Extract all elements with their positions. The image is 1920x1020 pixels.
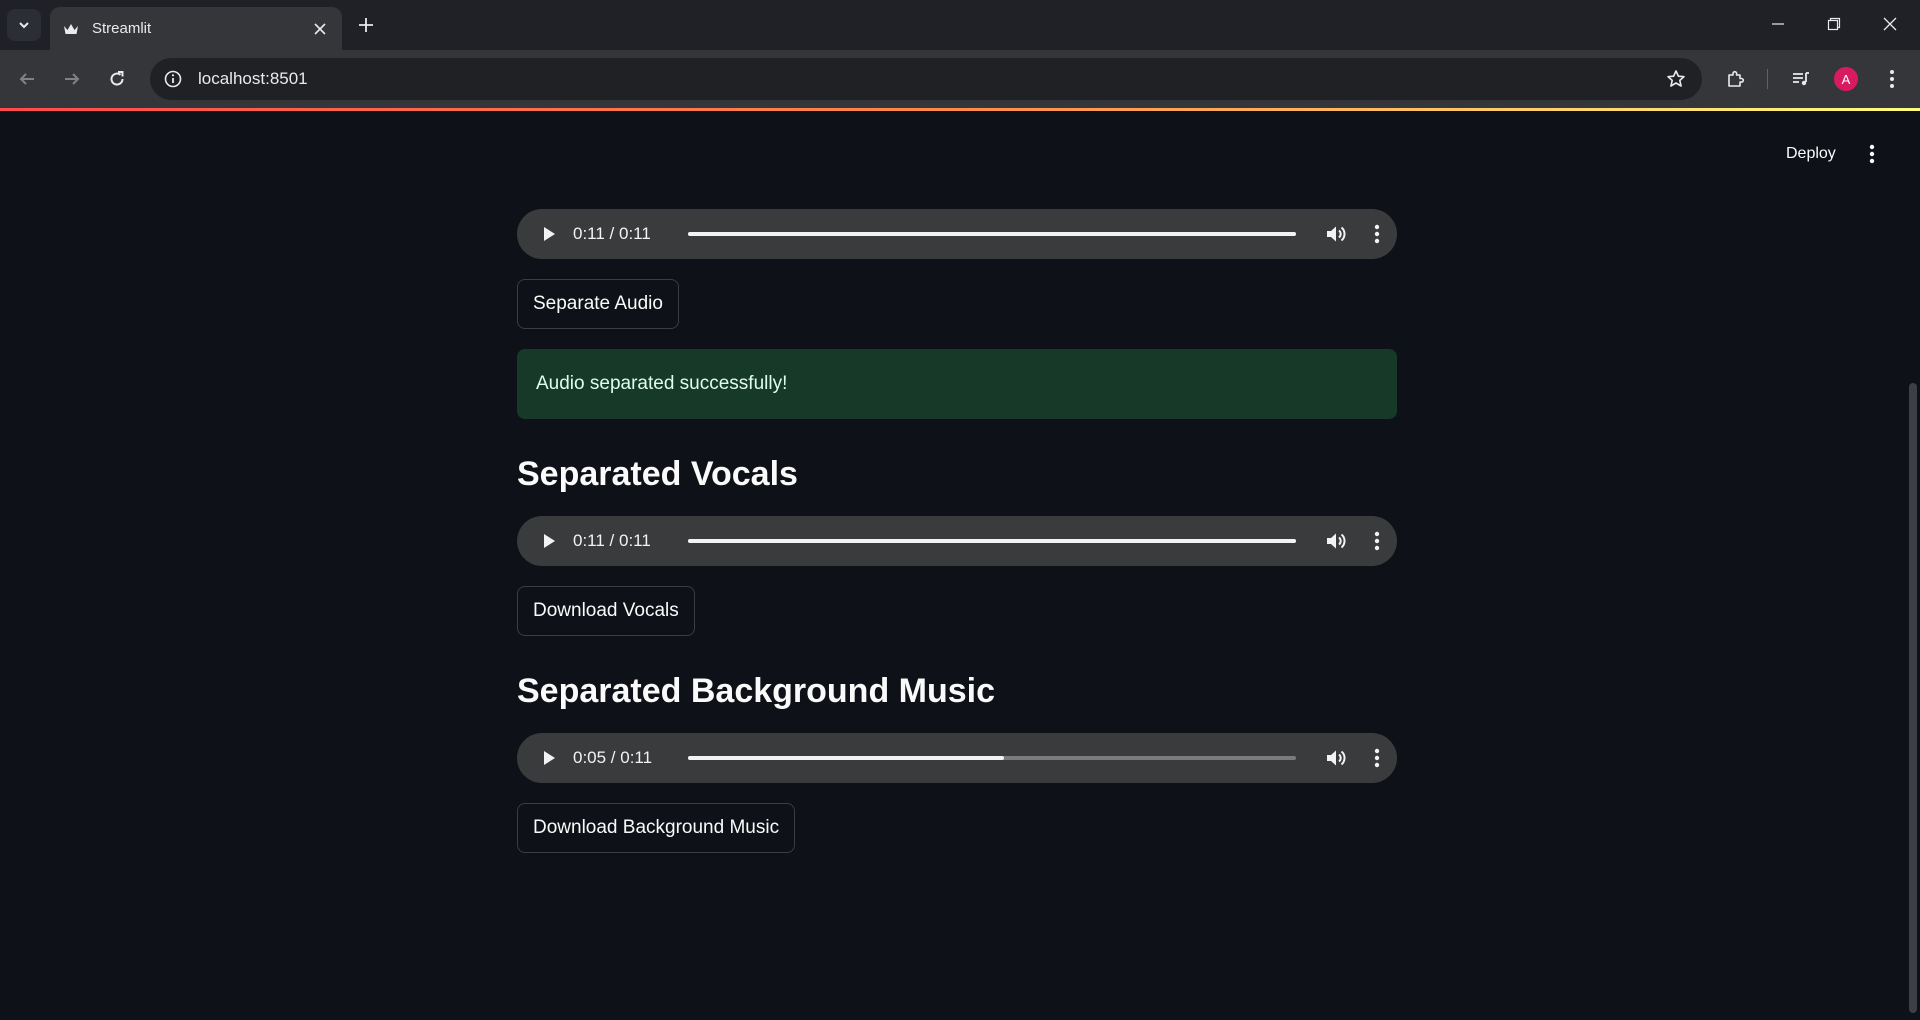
kebab-menu-icon [1890,70,1894,88]
vocals-heading: Separated Vocals [517,455,798,493]
main-menu-button[interactable] [1856,138,1888,170]
toolbar-separator [1767,69,1768,89]
reload-button[interactable] [99,61,135,97]
plus-icon [359,18,373,32]
success-alert: Audio separated successfully! [517,349,1397,419]
audio-seek-fill [688,539,1296,543]
play-icon[interactable] [529,214,569,254]
download-background-music-button[interactable]: Download Background Music [517,803,796,853]
input-audio-player[interactable]: 0:11 / 0:11 [517,209,1397,259]
arrow-right-icon [65,73,80,85]
puzzle-icon [1728,70,1745,87]
chevron-down-icon [19,22,29,29]
deploy-button[interactable]: Deploy [1772,138,1850,170]
browser-tab-active[interactable]: Streamlit [50,7,342,50]
kebab-menu-icon [1869,144,1875,164]
download-vocals-button[interactable]: Download Vocals [517,586,695,636]
browser-tab-strip: Streamlit [0,0,1920,50]
extensions-button[interactable] [1718,61,1754,97]
restore-icon [1827,17,1841,31]
new-tab-button[interactable] [350,9,382,41]
audio-seek-fill [688,232,1296,236]
forward-button[interactable] [54,61,90,97]
scrollbar-thumb[interactable] [1909,383,1917,1013]
streamlit-crown-icon [62,20,80,38]
address-bar[interactable]: localhost:8501 [150,58,1702,100]
browser-menu-button[interactable] [1874,61,1910,97]
minimize-button[interactable] [1750,0,1806,48]
audio-seek-bar[interactable] [688,232,1296,236]
audio-seek-fill [688,756,1005,760]
vocals-audio-player[interactable]: 0:11 / 0:11 [517,516,1397,566]
page-scrollbar[interactable] [1906,111,1920,1020]
queue-music-icon [1793,72,1809,86]
minimize-icon [1772,23,1784,25]
play-icon[interactable] [529,738,569,778]
tab-search-button[interactable] [7,9,41,41]
audio-seek-bar[interactable] [688,539,1296,543]
reload-icon [110,71,124,86]
avatar: A [1834,67,1858,91]
background-music-audio-player[interactable]: 0:05 / 0:11 [517,733,1397,783]
tab-title: Streamlit [92,20,152,37]
bookmark-star-icon[interactable] [1658,61,1694,97]
audio-time: 0:11 / 0:11 [573,224,651,243]
browser-toolbar: localhost:8501 A [0,50,1920,108]
audio-options-icon[interactable] [1357,214,1397,254]
close-window-button[interactable] [1862,0,1918,48]
audio-options-icon[interactable] [1357,738,1397,778]
tab-close-icon[interactable] [306,15,334,43]
background-music-heading: Separated Background Music [517,672,996,710]
arrow-left-icon [19,73,34,85]
back-button[interactable] [9,61,45,97]
media-controls-button[interactable] [1783,61,1819,97]
site-info-icon[interactable] [158,64,188,94]
audio-time: 0:05 / 0:11 [573,748,653,767]
audio-seek-bar[interactable] [688,756,1296,760]
close-icon [1883,17,1897,31]
url-text[interactable]: localhost:8501 [198,69,1658,89]
audio-time: 0:11 / 0:11 [573,531,651,550]
volume-icon[interactable] [1316,521,1356,561]
play-icon[interactable] [529,521,569,561]
restore-button[interactable] [1806,0,1862,48]
volume-icon[interactable] [1316,738,1356,778]
audio-options-icon[interactable] [1357,521,1397,561]
profile-button[interactable]: A [1828,61,1864,97]
volume-icon[interactable] [1316,214,1356,254]
separate-audio-button[interactable]: Separate Audio [517,279,679,329]
streamlit-app: Deploy 0:11 / 0:11 Separate Audio Audio … [0,111,1920,1020]
